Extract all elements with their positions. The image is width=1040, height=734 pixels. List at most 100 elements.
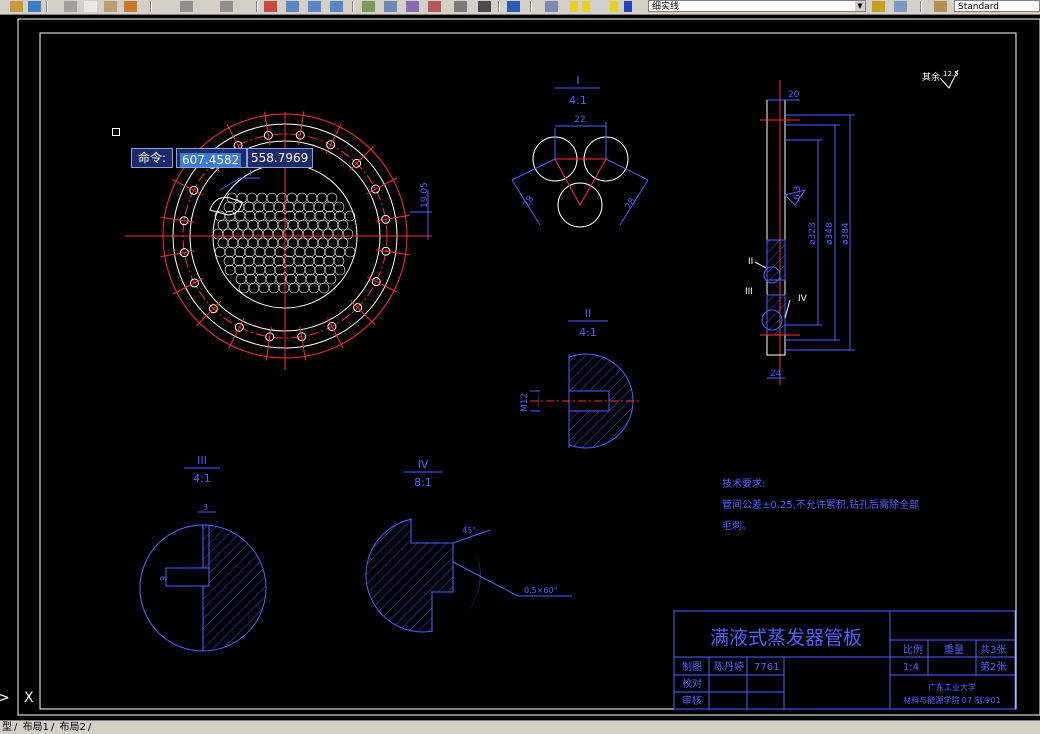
layer-previous-icon[interactable]: [894, 1, 907, 12]
tube-holes: [212, 192, 356, 294]
tab-layout1[interactable]: 布局1: [21, 721, 51, 734]
design-center-icon[interactable]: [384, 1, 397, 12]
tube-hole: [305, 273, 317, 285]
zoom-realtime-icon[interactable]: [286, 1, 299, 12]
help-icon[interactable]: [507, 1, 520, 12]
make-current-layer-icon[interactable]: [872, 1, 885, 12]
tube-hole: [256, 192, 268, 204]
check-label: 校对: [682, 677, 702, 690]
roughness-6-3: 6.3: [793, 186, 803, 200]
tube-hole: [274, 210, 286, 222]
open-icon[interactable]: [10, 1, 23, 12]
drawing-canvas[interactable]: 19.05 I I 4:1 22 28 28 II 4:1 M12 ø384 ø…: [0, 14, 1040, 720]
tube-hole: [227, 237, 239, 249]
copy-icon[interactable]: [84, 1, 97, 12]
tube-hole: [278, 282, 290, 294]
tube-hole: [263, 201, 275, 213]
layer-manager-icon[interactable]: [545, 1, 558, 12]
tube-hole: [323, 201, 335, 213]
layer-on-icon[interactable]: [570, 1, 578, 12]
tab-layout2[interactable]: 布局2: [58, 721, 88, 734]
tool-palettes-icon[interactable]: [406, 1, 419, 12]
y-coordinate-input[interactable]: 558.7969: [247, 148, 313, 168]
layer-freeze-icon[interactable]: [582, 1, 590, 12]
tube-hole: [285, 273, 297, 285]
properties-icon[interactable]: [362, 1, 375, 12]
bolt-centerline: [160, 216, 195, 223]
bolt-centerline: [349, 145, 374, 171]
undo-icon[interactable]: [180, 1, 193, 12]
tube-hole: [324, 246, 336, 258]
tube-hole: [238, 282, 250, 294]
tube-hole: [334, 210, 346, 222]
tube-hole: [274, 264, 286, 276]
match-properties-icon[interactable]: [124, 1, 137, 12]
tube-hole: [324, 264, 336, 276]
tube-hole: [268, 282, 280, 294]
layer-color-icon[interactable]: [624, 1, 632, 12]
layer-plot-icon[interactable]: [610, 1, 618, 12]
dim-28-left: 28: [522, 194, 537, 209]
tube-hole: [254, 246, 266, 258]
zoom-window-icon[interactable]: [308, 1, 321, 12]
tube-hole: [277, 237, 289, 249]
tube-hole: [314, 210, 326, 222]
detail-IV-label: IV: [418, 458, 429, 471]
tube-hole: [333, 255, 345, 267]
tube-hole: [217, 237, 229, 249]
redo-icon[interactable]: [220, 1, 233, 12]
weight-label: 重量: [944, 643, 964, 656]
zoom-previous-icon[interactable]: [330, 1, 343, 12]
tube-hole: [317, 219, 329, 231]
layout-tabs-bar: 型 / 布局1/ 布局2/: [0, 720, 1040, 734]
chevron-down-icon: ▼: [855, 1, 865, 11]
tube-hole: [316, 192, 328, 204]
tube-hole: [334, 246, 346, 258]
tube-hole: [266, 192, 278, 204]
tube-hole: [287, 219, 299, 231]
detail-marker-I: I: [249, 169, 252, 179]
layer-dropdown[interactable]: 细实线 ▼: [648, 0, 866, 12]
cut-icon[interactable]: [64, 1, 77, 12]
tab-model[interactable]: 型: [0, 721, 14, 734]
paste-icon[interactable]: [104, 1, 117, 12]
tube-hole: [344, 210, 356, 222]
tube-hole: [294, 264, 306, 276]
tube-hole: [302, 228, 314, 240]
sheet-set-icon[interactable]: [428, 1, 441, 12]
dim-45deg: 45°: [462, 526, 476, 535]
sheets-total: 共3张: [980, 644, 1006, 656]
drawn-label: 制图: [682, 660, 702, 673]
tube-hole: [264, 264, 276, 276]
detail-marker-II: II: [748, 257, 753, 267]
text-style-dropdown[interactable]: Standard: [954, 0, 1040, 12]
tube-hole: [297, 237, 309, 249]
tube-hole: [293, 255, 305, 267]
save-icon[interactable]: [28, 1, 41, 12]
tube-hole: [223, 255, 235, 267]
text-style-icon[interactable]: [934, 1, 947, 12]
tube-hole: [267, 237, 279, 249]
tube-hole: [337, 219, 349, 231]
markup-icon[interactable]: [454, 1, 467, 12]
tube-hole: [315, 273, 327, 285]
tube-hole: [284, 246, 296, 258]
tube-hole: [224, 264, 236, 276]
tube-hole: [254, 264, 266, 276]
dim-9: 9: [159, 576, 168, 581]
x-coordinate-input[interactable]: 607.4582: [176, 148, 247, 168]
pan-icon[interactable]: [264, 1, 277, 12]
layer-lock-icon[interactable]: [596, 1, 604, 12]
tube-hole: [262, 228, 274, 240]
tube-hole: [325, 273, 337, 285]
tube-hole: [303, 255, 315, 267]
command-label: 命令:: [131, 148, 173, 168]
tube-hole: [232, 228, 244, 240]
detail-II: II 4:1 M12: [520, 307, 640, 449]
tube-hole: [294, 210, 306, 222]
bolt-centerline: [375, 249, 410, 256]
text-style-name: Standard: [958, 2, 999, 12]
calculator-icon[interactable]: [478, 1, 491, 12]
tube-hole: [296, 192, 308, 204]
bolt-centerline: [299, 326, 307, 361]
